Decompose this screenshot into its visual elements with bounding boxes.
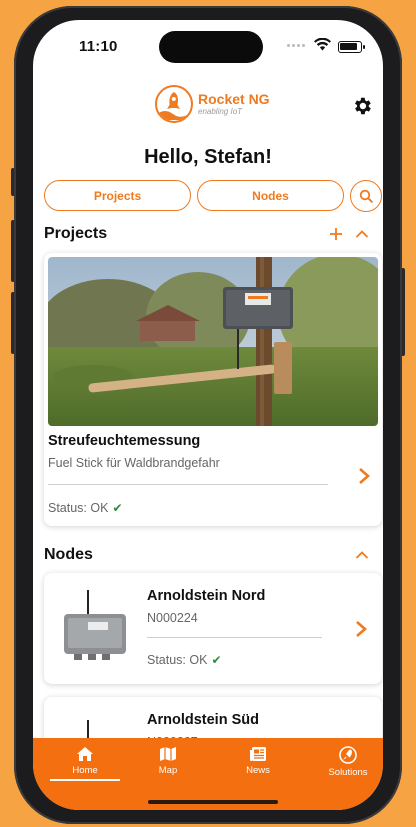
node-device-image <box>64 590 126 660</box>
tab-home-label: Home <box>72 765 98 776</box>
project-subtitle: Fuel Stick für Waldbrandgefahr <box>48 456 220 470</box>
app-screen: 11:10 Rocket NG enabling IoT Hello, Stef… <box>33 20 383 810</box>
brand-logo: Rocket NG enabling IoT <box>155 85 270 123</box>
cellular-signal-icon <box>287 44 305 47</box>
rocket-logo-icon <box>155 85 193 123</box>
status-time: 11:10 <box>79 38 118 55</box>
bottom-tab-bar: Home Map News Solutions <box>33 738 383 810</box>
wifi-icon <box>314 38 331 51</box>
battery-icon <box>338 41 365 53</box>
brand-name: Rocket NG <box>198 91 270 107</box>
tab-solutions-label: Solutions <box>328 767 368 778</box>
node-chevron-right-icon[interactable] <box>354 620 368 638</box>
active-tab-indicator <box>50 779 120 781</box>
node-status-text: Status: OK <box>147 653 208 667</box>
nodes-filter-button[interactable]: Nodes <box>197 180 344 211</box>
node-name: Arnoldstein Nord <box>147 588 266 604</box>
node-status: Status: OK ✔ <box>147 653 222 667</box>
project-chevron-right-icon[interactable] <box>357 467 371 485</box>
collapse-projects-chevron-up-icon[interactable] <box>355 229 369 239</box>
status-ok-check-icon: ✔ <box>211 653 222 667</box>
projects-section-title: Projects <box>44 225 108 242</box>
project-card[interactable]: Streufeuchtemessung Fuel Stick für Waldb… <box>44 253 382 526</box>
project-status: Status: OK ✔ <box>48 501 123 515</box>
map-icon <box>160 747 176 761</box>
home-indicator <box>148 800 278 804</box>
tab-solutions[interactable]: Solutions <box>313 746 383 778</box>
search-button[interactable] <box>350 180 382 212</box>
node-name: Arnoldstein Süd <box>147 712 259 728</box>
rocket-icon <box>339 746 357 764</box>
add-project-plus-icon[interactable] <box>329 227 343 241</box>
project-photo <box>48 257 378 426</box>
search-icon <box>359 189 373 203</box>
tab-map-label: Map <box>158 765 178 776</box>
home-icon <box>77 747 93 761</box>
node-card[interactable]: Arnoldstein Nord N000224 Status: OK ✔ <box>44 573 382 684</box>
project-divider <box>48 484 328 485</box>
project-title: Streufeuchtemessung <box>48 433 201 449</box>
greeting-heading: Hello, Stefan! <box>144 146 272 168</box>
dynamic-island <box>159 31 263 63</box>
tab-home[interactable]: Home <box>50 746 120 776</box>
settings-gear-icon[interactable] <box>351 95 373 117</box>
node-id: N000224 <box>147 611 198 625</box>
projects-filter-button[interactable]: Projects <box>44 180 191 211</box>
news-icon <box>250 747 266 761</box>
project-status-text: Status: OK <box>48 501 109 515</box>
brand-tagline: enabling IoT <box>198 107 243 116</box>
node-divider <box>147 637 322 638</box>
nodes-section-title: Nodes <box>44 546 93 563</box>
phone-frame: 11:10 Rocket NG enabling IoT Hello, Stef… <box>14 6 402 824</box>
tab-news[interactable]: News <box>223 746 293 776</box>
tab-news-label: News <box>246 765 270 776</box>
status-bar: 11:10 <box>33 20 383 74</box>
status-ok-check-icon: ✔ <box>112 501 123 515</box>
collapse-nodes-chevron-up-icon[interactable] <box>355 550 369 560</box>
tab-map[interactable]: Map <box>133 746 203 776</box>
